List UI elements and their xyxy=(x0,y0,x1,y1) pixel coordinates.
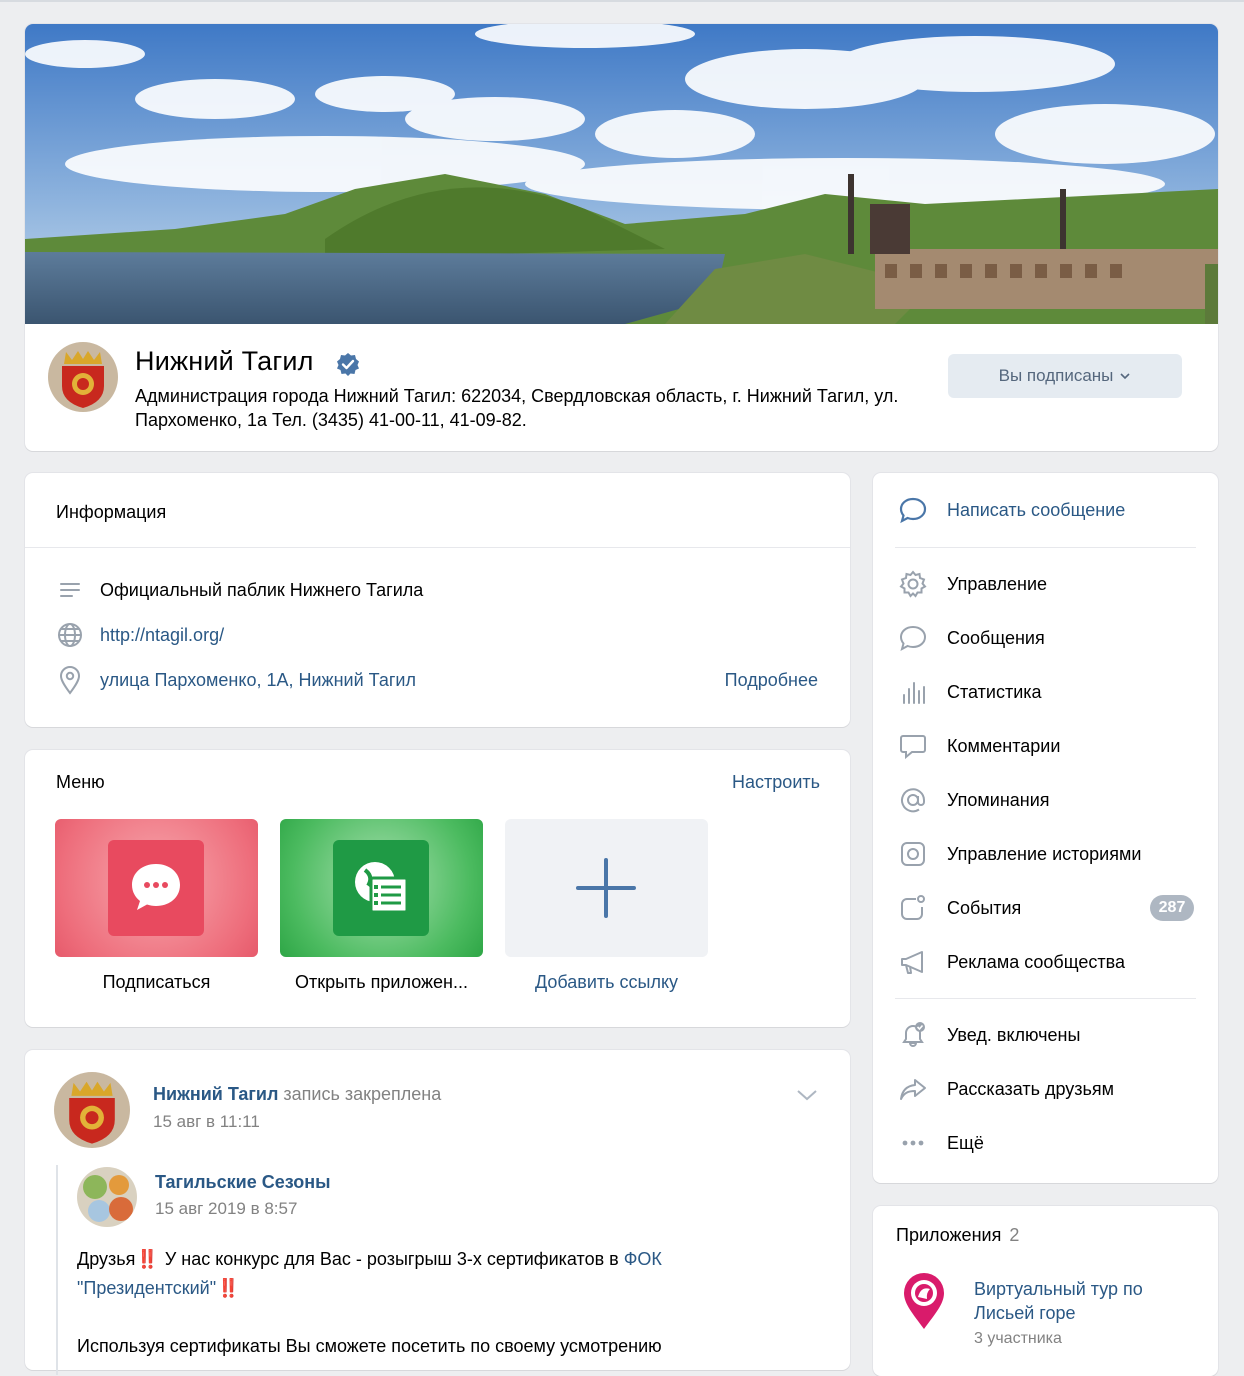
app-form-icon xyxy=(355,862,409,914)
manage-label: Управление xyxy=(947,573,1048,594)
ads-label: Реклама сообщества xyxy=(947,951,1125,972)
chat-bubble-icon xyxy=(132,864,180,910)
menu-tile-subscribe-label[interactable]: Подписаться xyxy=(55,972,258,993)
post-time[interactable]: 15 авг в 11:11 xyxy=(153,1112,260,1132)
repost-time[interactable]: 15 авг 2019 в 8:57 xyxy=(155,1199,297,1219)
subscribed-button[interactable]: Вы подписаны xyxy=(948,354,1182,398)
pinned-post: Нижний Тагил запись закреплена 15 авг в … xyxy=(25,1050,850,1375)
messages-icon xyxy=(897,622,929,654)
menu-tile-add-link[interactable] xyxy=(505,819,708,957)
menu-tile-add-link-label[interactable]: Добавить ссылку xyxy=(505,972,708,993)
gear-icon xyxy=(897,568,929,600)
info-address-link[interactable]: улица Пархоменко, 1А, Нижний Тагил xyxy=(100,670,416,691)
actions-block: Написать сообщение Управление Сообщения … xyxy=(873,473,1218,1183)
info-title: Информация xyxy=(56,502,167,522)
mentions-button[interactable]: Упоминания xyxy=(897,783,1050,817)
repost-author-name[interactable]: Тагильские Сезоны xyxy=(155,1172,330,1193)
write-message-button[interactable]: Написать сообщение xyxy=(897,493,1125,527)
bell-check-icon xyxy=(897,1019,929,1051)
messages-label: Сообщения xyxy=(947,627,1045,648)
info-block: Информация Официальный паблик Нижнего Та… xyxy=(25,473,850,727)
events-icon xyxy=(897,892,929,924)
info-description-row: Официальный паблик Нижнего Тагила xyxy=(55,575,423,605)
info-website-row: http://ntagil.org/ xyxy=(55,620,224,650)
actions-divider-2 xyxy=(895,998,1196,999)
info-divider xyxy=(25,547,850,548)
post-options-chevron-icon[interactable] xyxy=(795,1088,819,1102)
apps-count: 2 xyxy=(1009,1225,1020,1245)
mentions-label: Упоминания xyxy=(947,789,1050,810)
repost-line xyxy=(56,1165,58,1375)
menu-tile-subscribe[interactable] xyxy=(55,819,258,957)
notifications-label: Увед. включены xyxy=(947,1024,1081,1045)
menu-block: Меню Настроить Подписаться Открыть прило… xyxy=(25,750,850,1027)
statistics-button[interactable]: Статистика xyxy=(897,675,1042,709)
post-action: запись закреплена xyxy=(283,1084,442,1104)
info-description: Официальный паблик Нижнего Тагила xyxy=(100,579,424,600)
share-button[interactable]: Рассказать друзьям xyxy=(897,1072,1114,1106)
info-more-link[interactable]: Подробнее xyxy=(725,670,818,691)
group-avatar[interactable] xyxy=(48,342,118,412)
statistics-icon xyxy=(897,676,929,708)
top-border xyxy=(0,0,1244,2)
more-button[interactable]: Ещё xyxy=(897,1126,984,1160)
stories-button[interactable]: Управление историями xyxy=(897,837,1141,871)
write-message-label: Написать сообщение xyxy=(947,499,1126,520)
apps-title[interactable]: Приложения 2 xyxy=(896,1225,1019,1246)
verified-icon xyxy=(337,353,359,376)
post-author-line: Нижний Тагил запись закреплена xyxy=(153,1084,441,1105)
group-title: Нижний Тагил xyxy=(135,346,314,376)
menu-tile-app[interactable] xyxy=(280,819,483,957)
manage-button[interactable]: Управление xyxy=(897,567,1047,601)
plus-icon xyxy=(576,858,636,918)
share-label: Рассказать друзьям xyxy=(947,1078,1115,1099)
menu-title: Меню xyxy=(56,772,105,792)
apps-title-label: Приложения xyxy=(896,1225,1002,1245)
post-text: Друзья‼️ У нас конкурс для Вас - розыгры… xyxy=(77,1245,797,1361)
ads-button[interactable]: Реклама сообщества xyxy=(897,945,1125,979)
menu-setup-link[interactable]: Настроить xyxy=(732,772,820,793)
message-icon xyxy=(897,494,929,526)
post-text-continuation: Используя сертификаты Вы сможете посетит… xyxy=(77,1336,662,1356)
messages-button[interactable]: Сообщения xyxy=(897,621,1045,655)
double-exclamation-icon-2: ‼️ xyxy=(217,1278,239,1298)
group-header: Нижний Тагил Администрация города Нижний… xyxy=(25,24,1218,451)
stories-label: Управление историями xyxy=(947,843,1142,864)
apps-block: Приложения 2 Виртуальный тур по Лисьей го… xyxy=(873,1206,1218,1376)
at-sign-icon xyxy=(897,784,929,816)
double-exclamation-icon: ‼️ xyxy=(136,1249,158,1269)
repost-author-avatar[interactable] xyxy=(77,1167,137,1227)
events-button[interactable]: События xyxy=(897,891,1021,925)
megaphone-icon xyxy=(897,946,929,978)
share-arrow-icon xyxy=(897,1073,929,1105)
comments-button[interactable]: Комментарии xyxy=(897,729,1060,763)
notifications-button[interactable]: Увед. включены xyxy=(897,1018,1080,1052)
subscribed-button-label: Вы подписаны xyxy=(998,366,1114,385)
info-website-link[interactable]: http://ntagil.org/ xyxy=(100,625,224,646)
post-text-greeting: Друзья xyxy=(77,1249,136,1269)
chevron-down-icon xyxy=(1120,373,1130,380)
description-icon xyxy=(55,575,85,605)
app-members: 3 участника xyxy=(974,1330,1062,1347)
events-label: События xyxy=(947,897,1022,918)
post-text-body: У нас конкурс для Вас - розыгрыш 3-х сер… xyxy=(164,1249,619,1269)
post-author-name[interactable]: Нижний Тагил xyxy=(153,1084,278,1104)
post-author-avatar[interactable] xyxy=(54,1072,130,1148)
stories-icon xyxy=(897,838,929,870)
app-name[interactable]: Виртуальный тур по Лисьей горе xyxy=(974,1277,1184,1325)
cover-image xyxy=(25,24,1218,324)
comments-icon xyxy=(897,730,929,762)
location-pin-icon xyxy=(55,665,85,695)
more-label: Ещё xyxy=(947,1132,984,1153)
group-status: Администрация города Нижний Тагил: 62203… xyxy=(135,386,899,430)
globe-icon xyxy=(55,620,85,650)
events-count-badge: 287 xyxy=(1150,895,1194,921)
comments-label: Комментарии xyxy=(947,735,1061,756)
menu-tile-app-label[interactable]: Открыть приложен... xyxy=(280,972,483,993)
actions-divider-1 xyxy=(895,547,1196,548)
app-location-pin-icon[interactable] xyxy=(901,1271,947,1331)
more-dots-icon xyxy=(897,1127,929,1159)
statistics-label: Статистика xyxy=(947,681,1042,702)
info-address-row: улица Пархоменко, 1А, Нижний Тагил xyxy=(55,665,416,695)
